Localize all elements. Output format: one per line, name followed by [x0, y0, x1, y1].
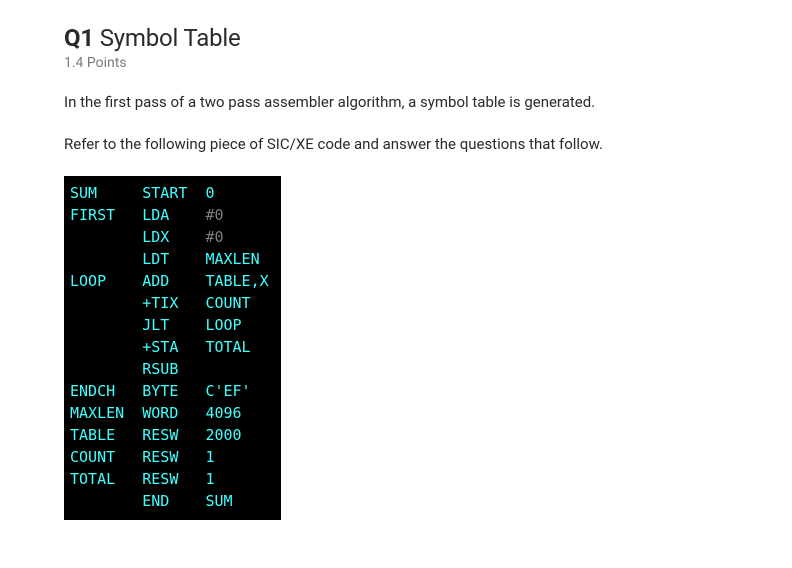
code-line: COUNTRESW1: [70, 446, 269, 468]
question-container: Q1 Symbol Table 1.4 Points In the first …: [0, 0, 792, 552]
question-number: Q1: [64, 24, 94, 52]
code-opcode: RESW: [142, 424, 205, 446]
code-label: TOTAL: [70, 468, 142, 490]
code-operand: 4096: [205, 402, 241, 424]
code-opcode: JLT: [142, 314, 205, 336]
code-line: TOTALRESW1: [70, 468, 269, 490]
code-operand: MAXLEN: [205, 248, 259, 270]
code-opcode: +STA: [142, 336, 205, 358]
code-opcode: END: [142, 490, 205, 512]
code-label: FIRST: [70, 204, 142, 226]
question-title-line: Q1 Symbol Table: [64, 24, 728, 53]
code-operand: TABLE,X: [205, 270, 268, 292]
code-line: ENDCHBYTEC'EF': [70, 380, 269, 402]
code-line: SUMSTART0: [70, 182, 269, 204]
code-label: TABLE: [70, 424, 142, 446]
code-line: LDX#0: [70, 226, 269, 248]
code-opcode: RESW: [142, 446, 205, 468]
code-label: SUM: [70, 182, 142, 204]
code-line: TABLERESW2000: [70, 424, 269, 446]
code-opcode: LDT: [142, 248, 205, 270]
code-line: RSUB: [70, 358, 269, 380]
code-operand: SUM: [205, 490, 232, 512]
code-opcode: LDA: [142, 204, 205, 226]
code-opcode: RESW: [142, 468, 205, 490]
question-points: 1.4 Points: [64, 55, 728, 71]
code-label: ENDCH: [70, 380, 142, 402]
question-paragraph-1: In the first pass of a two pass assemble…: [64, 91, 728, 114]
code-line: FIRSTLDA#0: [70, 204, 269, 226]
code-opcode: LDX: [142, 226, 205, 248]
code-label: MAXLEN: [70, 402, 142, 424]
code-operand: 0: [205, 182, 214, 204]
code-opcode: RSUB: [142, 358, 205, 380]
code-operand: #0: [205, 204, 223, 226]
question-paragraph-2: Refer to the following piece of SIC/XE c…: [64, 133, 728, 156]
code-operand: #0: [205, 226, 223, 248]
code-operand: 1: [205, 446, 214, 468]
code-block: SUMSTART0FIRSTLDA#0LDX#0LDTMAXLENLOOPADD…: [64, 176, 281, 520]
code-opcode: BYTE: [142, 380, 205, 402]
code-line: +STATOTAL: [70, 336, 269, 358]
code-opcode: ADD: [142, 270, 205, 292]
code-line: +TIXCOUNT: [70, 292, 269, 314]
code-operand: C'EF': [205, 380, 250, 402]
code-line: JLTLOOP: [70, 314, 269, 336]
code-line: ENDSUM: [70, 490, 269, 512]
code-line: LOOPADDTABLE,X: [70, 270, 269, 292]
code-opcode: +TIX: [142, 292, 205, 314]
code-operand: 1: [205, 468, 214, 490]
question-title: Symbol Table: [100, 24, 241, 52]
code-label: COUNT: [70, 446, 142, 468]
code-operand: LOOP: [205, 314, 241, 336]
code-line: LDTMAXLEN: [70, 248, 269, 270]
code-label: LOOP: [70, 270, 142, 292]
code-operand: COUNT: [205, 292, 250, 314]
code-operand: TOTAL: [205, 336, 250, 358]
code-opcode: START: [142, 182, 205, 204]
code-opcode: WORD: [142, 402, 205, 424]
code-line: MAXLENWORD4096: [70, 402, 269, 424]
code-operand: 2000: [205, 424, 241, 446]
